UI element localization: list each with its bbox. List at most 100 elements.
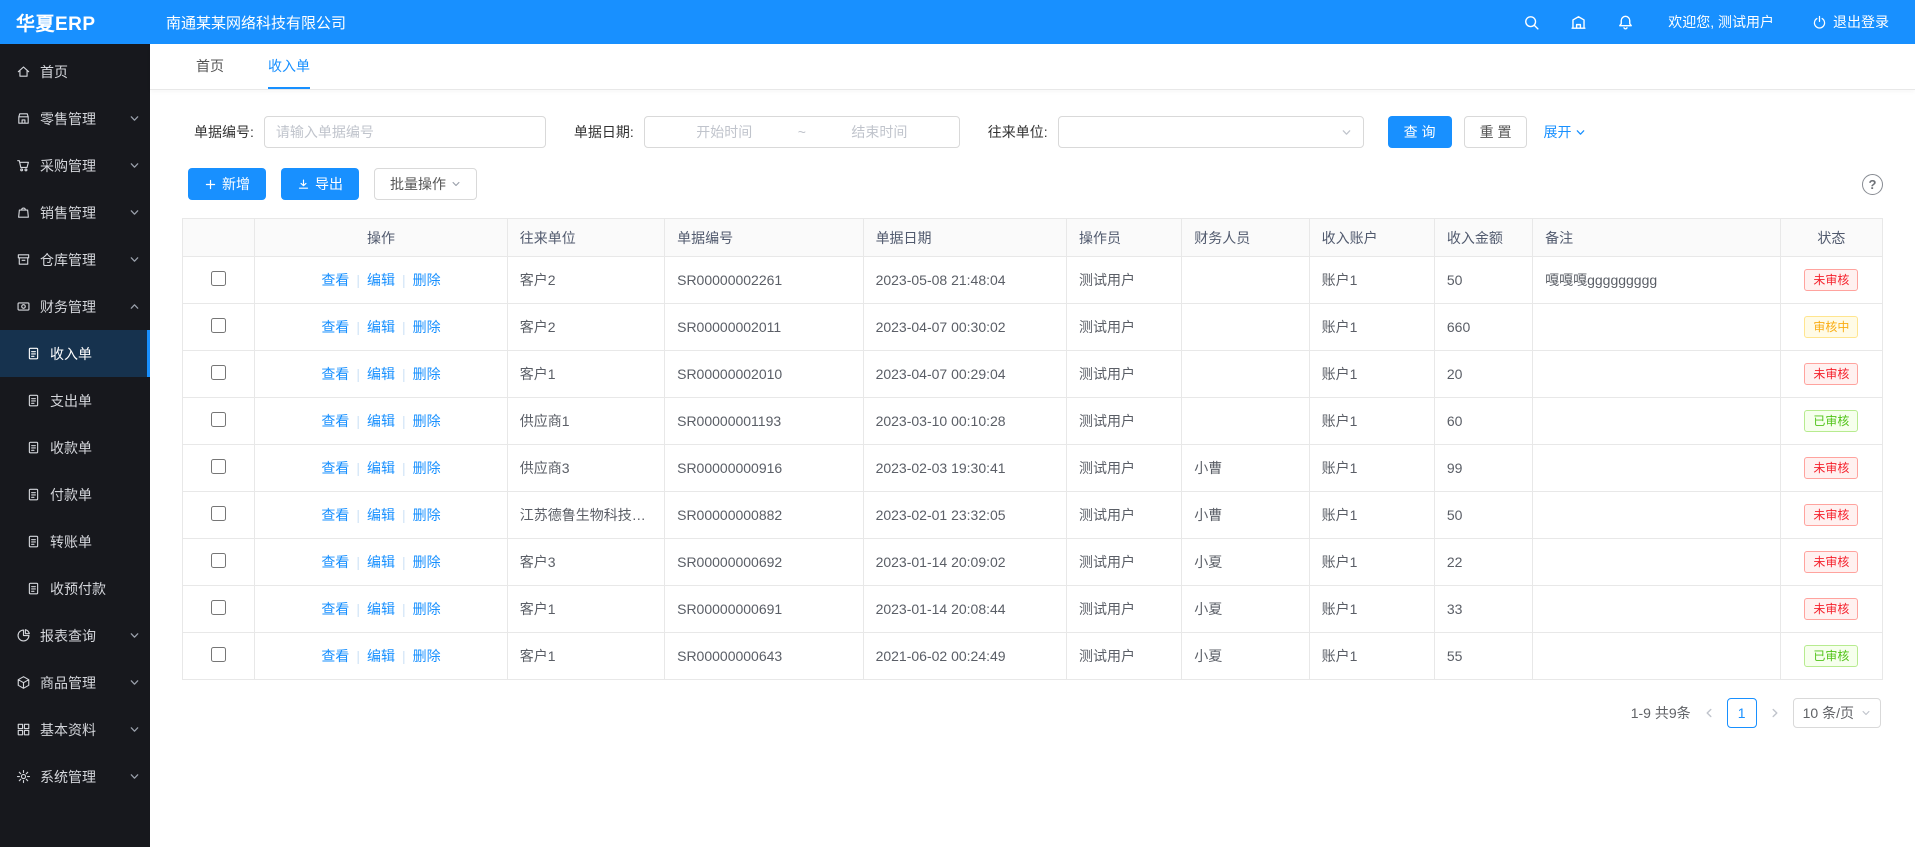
row-action-delete[interactable]: 删除	[413, 601, 441, 617]
row-actions-cell: 查看|编辑|删除	[255, 492, 508, 539]
row-action-delete[interactable]: 删除	[413, 366, 441, 382]
row-action-delete[interactable]: 删除	[413, 413, 441, 429]
row-action-edit[interactable]: 编辑	[367, 554, 395, 570]
row-action-delete[interactable]: 删除	[413, 648, 441, 664]
sidebar-item-label: 采购管理	[40, 156, 129, 176]
sidebar-subitem-income-bill[interactable]: 收入单	[0, 330, 150, 377]
cell-amount: 22	[1434, 539, 1532, 586]
sidebar-item-reports[interactable]: 报表查询	[0, 612, 150, 659]
row-checkbox[interactable]	[211, 459, 226, 474]
batch-operations-button[interactable]: 批量操作	[374, 168, 477, 200]
logout-button[interactable]: 退出登录	[1812, 12, 1889, 32]
logout-label: 退出登录	[1833, 12, 1889, 32]
row-action-edit[interactable]: 编辑	[367, 460, 395, 476]
action-separator: |	[356, 554, 360, 570]
sidebar-subitem-payment-bill[interactable]: 付款单	[0, 471, 150, 518]
row-checkbox[interactable]	[211, 365, 226, 380]
row-checkbox[interactable]	[211, 412, 226, 427]
cell-account: 账户1	[1309, 398, 1434, 445]
row-checkbox-cell	[183, 257, 255, 304]
bill-no-input[interactable]	[264, 116, 546, 148]
row-action-view[interactable]: 查看	[321, 601, 349, 617]
row-action-edit[interactable]: 编辑	[367, 413, 395, 429]
cell-account: 账户1	[1309, 257, 1434, 304]
row-checkbox-cell	[183, 445, 255, 492]
sidebar-item-goods[interactable]: 商品管理	[0, 659, 150, 706]
row-checkbox[interactable]	[211, 647, 226, 662]
cell-amount: 33	[1434, 586, 1532, 633]
sidebar-item-purchase[interactable]: 采购管理	[0, 142, 150, 189]
cell-finance-person	[1182, 257, 1309, 304]
row-action-edit[interactable]: 编辑	[367, 601, 395, 617]
bell-icon[interactable]	[1617, 14, 1634, 31]
next-page-button[interactable]	[1769, 707, 1781, 719]
sidebar-item-sales[interactable]: 销售管理	[0, 189, 150, 236]
row-action-edit[interactable]: 编辑	[367, 648, 395, 664]
sidebar-item-basic-data[interactable]: 基本资料	[0, 706, 150, 753]
date-end-input[interactable]	[810, 124, 949, 140]
date-range-picker[interactable]: ~	[644, 116, 960, 148]
row-action-view[interactable]: 查看	[321, 460, 349, 476]
sidebar-item-retail[interactable]: 零售管理	[0, 95, 150, 142]
chevron-up-icon	[129, 301, 140, 312]
sidebar-item-label: 商品管理	[40, 673, 129, 693]
search-button[interactable]: 查 询	[1388, 116, 1452, 148]
row-action-delete[interactable]: 删除	[413, 319, 441, 335]
cell-remark	[1533, 539, 1781, 586]
page-size-select[interactable]: 10 条/页	[1793, 698, 1881, 728]
row-action-edit[interactable]: 编辑	[367, 272, 395, 288]
current-page-button[interactable]: 1	[1727, 698, 1757, 728]
sidebar-item-system[interactable]: 系统管理	[0, 753, 150, 800]
row-checkbox[interactable]	[211, 600, 226, 615]
partner-select[interactable]	[1058, 116, 1364, 148]
row-action-view[interactable]: 查看	[321, 648, 349, 664]
row-action-delete[interactable]: 删除	[413, 554, 441, 570]
sidebar-item-finance[interactable]: 财务管理	[0, 283, 150, 330]
top-bar: 华夏ERP 南通某某网络科技有限公司 欢迎您, 测试用户 退出登录	[0, 0, 1915, 44]
row-action-view[interactable]: 查看	[321, 319, 349, 335]
row-action-delete[interactable]: 删除	[413, 460, 441, 476]
row-action-view[interactable]: 查看	[321, 413, 349, 429]
tab-home[interactable]: 首页	[196, 44, 224, 89]
chevron-down-icon	[1861, 708, 1871, 718]
expand-toggle[interactable]: 展开	[1543, 122, 1586, 142]
row-action-edit[interactable]: 编辑	[367, 319, 395, 335]
row-action-view[interactable]: 查看	[321, 507, 349, 523]
row-action-edit[interactable]: 编辑	[367, 366, 395, 382]
tab-income-bill[interactable]: 收入单	[268, 44, 310, 89]
row-checkbox[interactable]	[211, 318, 226, 333]
row-action-delete[interactable]: 删除	[413, 507, 441, 523]
row-checkbox[interactable]	[211, 506, 226, 521]
row-checkbox[interactable]	[211, 271, 226, 286]
chevron-down-icon	[451, 179, 461, 189]
sidebar-subitem-receipt-bill[interactable]: 收款单	[0, 424, 150, 471]
row-action-view[interactable]: 查看	[321, 272, 349, 288]
help-icon[interactable]: ?	[1862, 174, 1883, 195]
row-action-view[interactable]: 查看	[321, 366, 349, 382]
cell-bill-no: SR00000001193	[665, 398, 863, 445]
plus-icon	[204, 178, 217, 191]
sidebar-item-home[interactable]: 首页	[0, 48, 150, 95]
action-separator: |	[402, 272, 406, 288]
row-action-delete[interactable]: 删除	[413, 272, 441, 288]
reset-button[interactable]: 重 置	[1464, 116, 1528, 148]
building-icon[interactable]	[1570, 14, 1587, 31]
cell-status: 未审核	[1780, 445, 1882, 492]
row-checkbox[interactable]	[211, 553, 226, 568]
column-header: 收入金额	[1434, 219, 1532, 257]
cell-partner: 供应商3	[507, 445, 664, 492]
sidebar-item-warehouse[interactable]: 仓库管理	[0, 236, 150, 283]
add-button[interactable]: 新增	[188, 168, 266, 200]
search-icon[interactable]	[1523, 14, 1540, 31]
sidebar-subitem-prepayment[interactable]: 收预付款	[0, 565, 150, 612]
cell-amount: 50	[1434, 492, 1532, 539]
sidebar-subitem-expense-bill[interactable]: 支出单	[0, 377, 150, 424]
row-action-view[interactable]: 查看	[321, 554, 349, 570]
row-action-edit[interactable]: 编辑	[367, 507, 395, 523]
sidebar-subitem-transfer-bill[interactable]: 转账单	[0, 518, 150, 565]
date-start-input[interactable]	[655, 124, 794, 140]
sidebar-subitem-label: 转账单	[50, 532, 140, 552]
export-button[interactable]: 导出	[281, 168, 359, 200]
filter-partner: 往来单位:	[988, 116, 1364, 148]
prev-page-button[interactable]	[1703, 707, 1715, 719]
